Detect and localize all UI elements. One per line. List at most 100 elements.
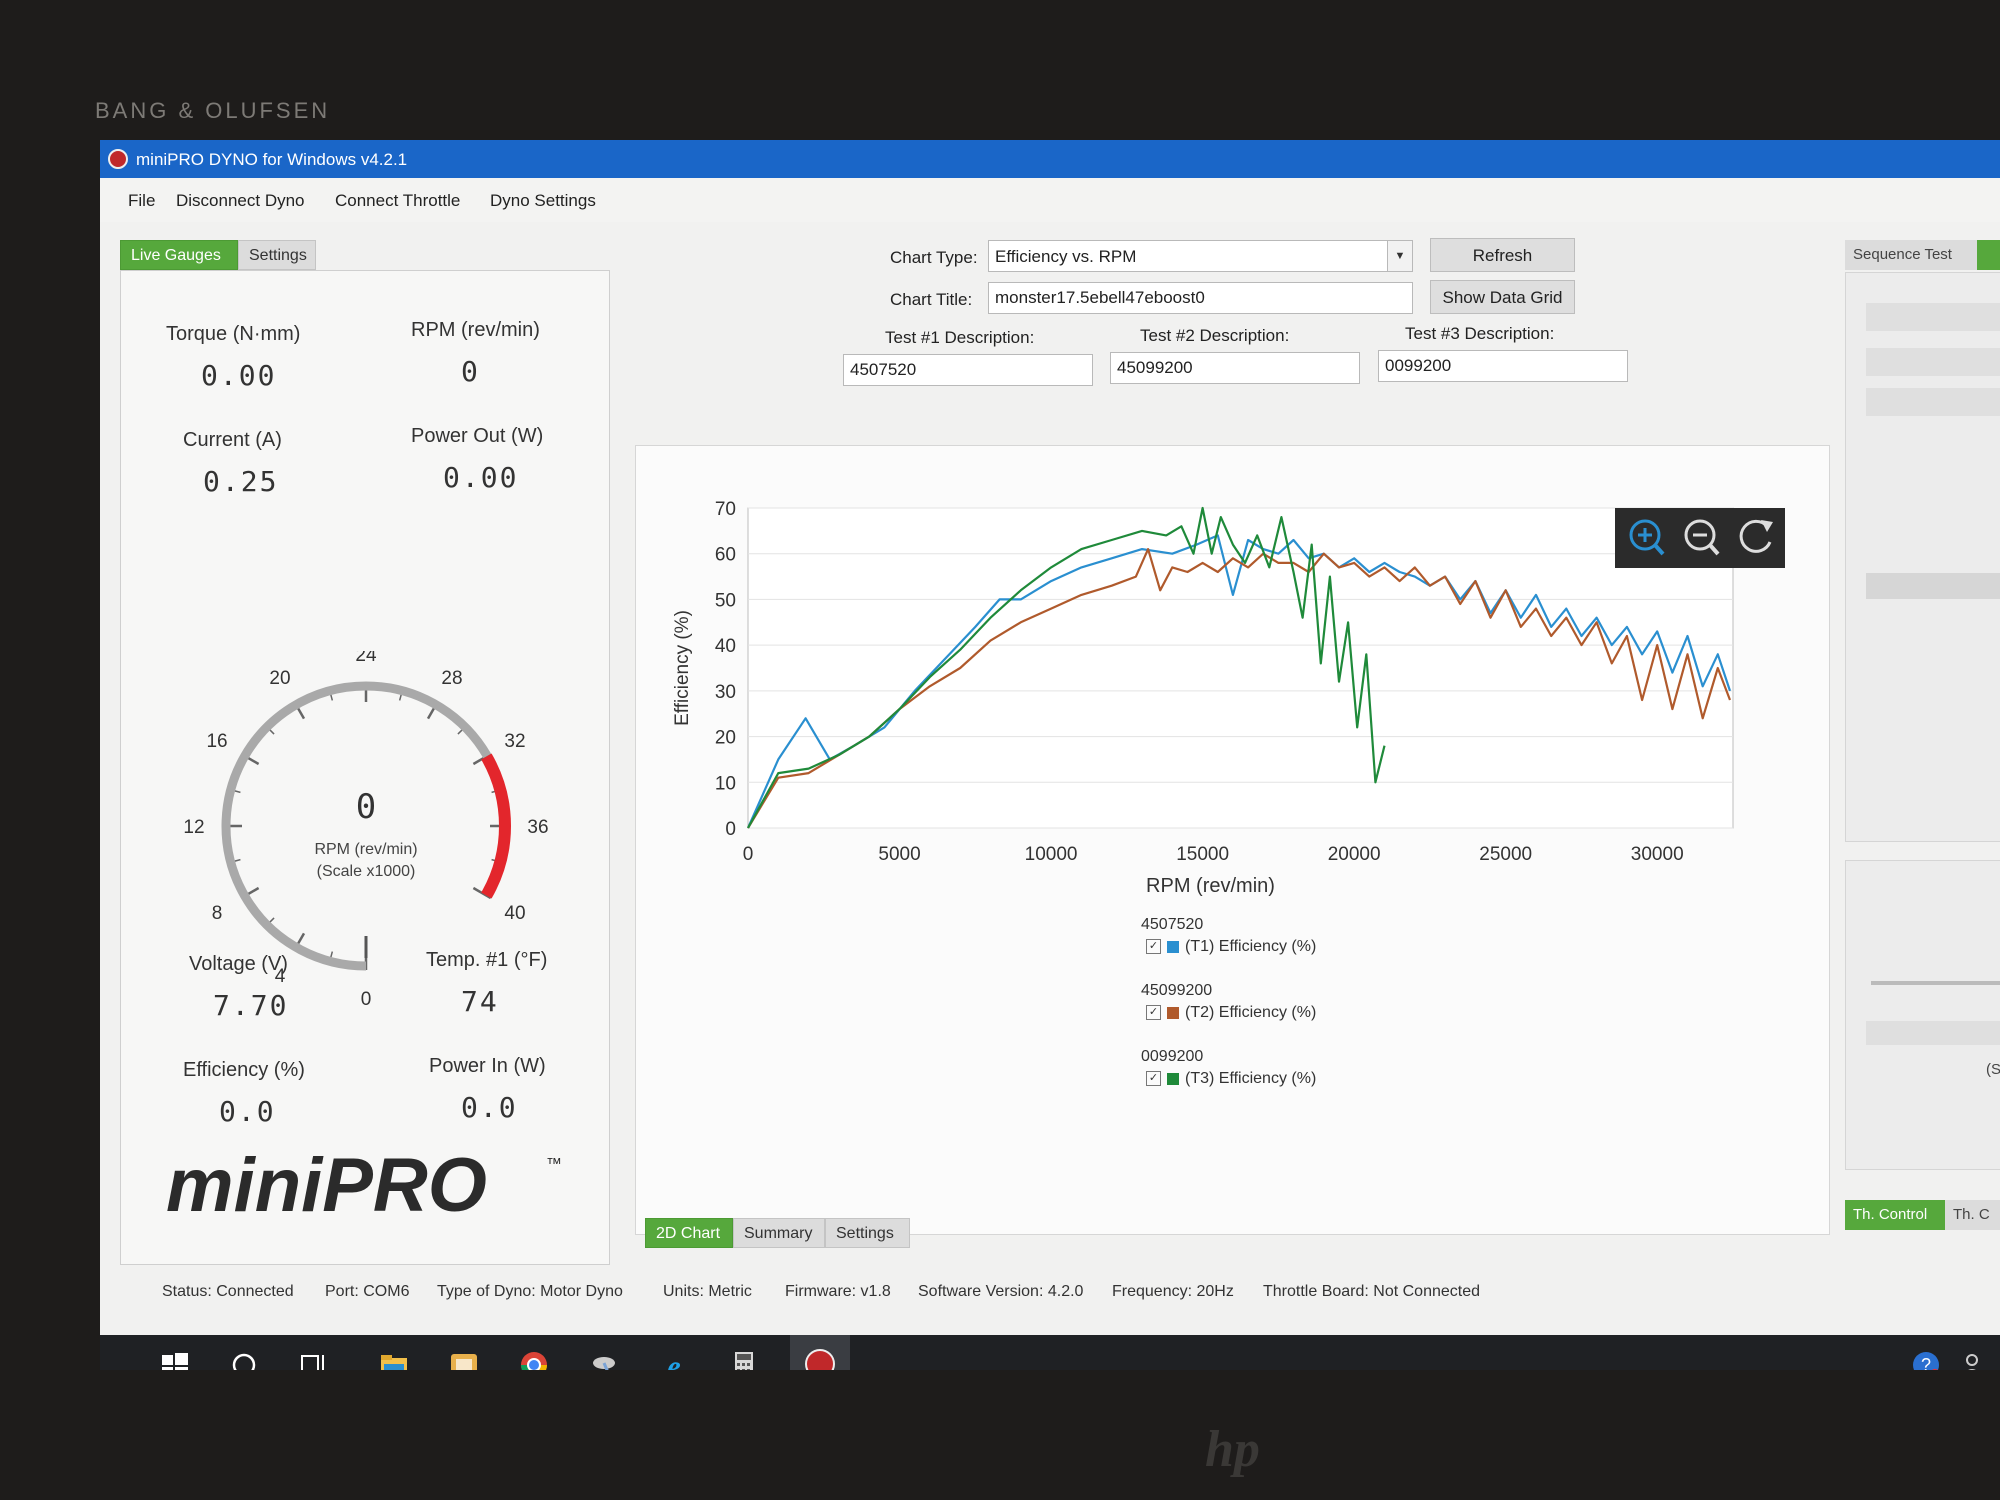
- file-explorer-icon[interactable]: [378, 1349, 410, 1370]
- chart-title-input[interactable]: [988, 282, 1413, 314]
- status-port: Port: COM6: [325, 1283, 410, 1300]
- current-label: Current (A): [183, 429, 282, 451]
- dyno-app-icon: [805, 1349, 835, 1370]
- rpm-label: RPM (rev/min): [411, 319, 540, 341]
- calculator-icon[interactable]: [728, 1349, 760, 1370]
- satellite-icon[interactable]: [588, 1349, 620, 1370]
- x-tick-label: 20000: [1328, 844, 1381, 865]
- y-tick-label: 40: [715, 636, 736, 657]
- partial-label: (S: [1986, 1061, 2000, 1078]
- internet-explorer-icon[interactable]: e: [658, 1349, 690, 1370]
- current-value: 0.25: [203, 465, 279, 498]
- chart-title-label: Chart Title:: [890, 290, 973, 309]
- efficiency-label: Efficiency (%): [183, 1059, 305, 1081]
- sequence-control-3[interactable]: [1866, 388, 2000, 416]
- legend-label-t2: (T2) Efficiency (%): [1185, 1004, 1317, 1021]
- dial-scale-label: (Scale x1000): [317, 863, 416, 880]
- dial-tick-label: 8: [212, 903, 223, 924]
- x-tick-label: 25000: [1479, 844, 1532, 865]
- efficiency-value: 0.0: [219, 1095, 276, 1128]
- test3-description-input[interactable]: [1378, 350, 1628, 382]
- sequence-control-2[interactable]: [1866, 348, 2000, 376]
- y-axis-label: Efficiency (%): [672, 610, 693, 726]
- legend-item-t3[interactable]: ✓ (T3) Efficiency (%): [1146, 1070, 1316, 1088]
- y-tick-label: 30: [715, 682, 736, 703]
- tab-2d-chart[interactable]: 2D Chart: [645, 1218, 733, 1248]
- minipro-logo-text: miniPRO: [166, 1143, 487, 1228]
- status-frequency: Frequency: 20Hz: [1112, 1283, 1234, 1300]
- status-firmware: Firmware: v1.8: [785, 1283, 891, 1300]
- chart-type-select[interactable]: Efficiency vs. RPM ▼: [988, 240, 1413, 272]
- torque-value: 0.00: [201, 359, 277, 392]
- minipro-logo: miniPRO ™: [166, 1143, 562, 1228]
- legend-label-t3: (T3) Efficiency (%): [1185, 1070, 1317, 1087]
- test1-description-input[interactable]: [843, 354, 1093, 386]
- svg-text:e: e: [667, 1350, 680, 1370]
- dial-value: 0: [356, 787, 376, 827]
- cortana-icon[interactable]: [228, 1349, 260, 1370]
- chart-zoom-toolbar: [1615, 508, 1785, 568]
- y-tick-label: 50: [715, 590, 736, 611]
- bezel-hp-logo: hp: [1205, 1421, 1260, 1478]
- legend-swatch-t1: [1167, 940, 1179, 953]
- outlook-icon[interactable]: [448, 1349, 480, 1370]
- menu-disconnect-dyno[interactable]: Disconnect Dyno: [176, 191, 305, 211]
- tab-throttle-c[interactable]: Th. C: [1945, 1200, 2000, 1230]
- temp-label: Temp. #1 (°F): [426, 949, 548, 971]
- show-data-grid-button[interactable]: Show Data Grid: [1430, 280, 1575, 314]
- help-icon[interactable]: ?: [1910, 1349, 1942, 1370]
- tab-active-edge[interactable]: [1977, 240, 2000, 270]
- window-title: miniPRO DYNO for Windows v4.2.1: [136, 150, 408, 169]
- chrome-icon[interactable]: [518, 1349, 550, 1370]
- dial-unit-label: RPM (rev/min): [314, 841, 417, 858]
- tab-sequence-test[interactable]: Sequence Test: [1845, 240, 1991, 270]
- dial-tick-label: 16: [206, 731, 227, 752]
- x-axis-label: RPM (rev/min): [1146, 875, 1275, 897]
- windows-start-icon[interactable]: [158, 1349, 190, 1370]
- tab-live-gauges[interactable]: Live Gauges: [120, 240, 238, 270]
- legend-item-t1[interactable]: ✓ (T1) Efficiency (%): [1146, 938, 1316, 956]
- taskbar-active-app[interactable]: [790, 1335, 850, 1370]
- torque-label: Torque (N·mm): [166, 323, 301, 345]
- trademark-mark: ™: [546, 1156, 562, 1173]
- checkbox-icon[interactable]: ✓: [1146, 1005, 1161, 1021]
- refresh-button[interactable]: Refresh: [1430, 238, 1575, 272]
- test2-description-input[interactable]: [1110, 352, 1360, 384]
- dyno-app-icon: [108, 149, 128, 169]
- test3-label: Test #3 Description:: [1405, 324, 1555, 343]
- zoom-out-icon[interactable]: [1684, 519, 1720, 556]
- reset-icon[interactable]: [1739, 519, 1773, 553]
- throttle-field[interactable]: [1866, 1021, 2000, 1045]
- legend-swatch-t2: [1167, 1006, 1179, 1019]
- rpm-dial: 0481216202428323640 0 RPM (rev/min) (Sca…: [183, 651, 548, 1010]
- checkbox-icon[interactable]: ✓: [1146, 939, 1161, 955]
- legend-item-t2[interactable]: ✓ (T2) Efficiency (%): [1146, 1004, 1316, 1022]
- throttle-slider[interactable]: [1871, 981, 2000, 985]
- menu-file[interactable]: File: [128, 191, 155, 211]
- tab-chart-settings[interactable]: Settings: [825, 1218, 910, 1248]
- dial-tick-label: 12: [183, 817, 204, 838]
- voltage-label: Voltage (V): [189, 953, 288, 975]
- menu-dyno-settings[interactable]: Dyno Settings: [490, 191, 596, 211]
- checkbox-icon[interactable]: ✓: [1146, 1071, 1161, 1087]
- dial-tick-label: 28: [441, 668, 462, 689]
- rpm-value: 0: [461, 355, 480, 388]
- y-tick-label: 0: [725, 819, 736, 840]
- sequence-control-1[interactable]: [1866, 303, 2000, 331]
- tab-summary[interactable]: Summary: [733, 1218, 825, 1248]
- legend-group-test3: 0099200: [1141, 1048, 1204, 1065]
- people-icon[interactable]: [1960, 1349, 1992, 1370]
- x-tick-label: 10000: [1025, 844, 1078, 865]
- dial-tick-label: 32: [504, 731, 525, 752]
- dial-tick-label: 36: [527, 817, 548, 838]
- tab-throttle-control[interactable]: Th. Control: [1845, 1200, 1956, 1230]
- dial-tick-label: 20: [269, 668, 290, 689]
- status-dyno-type: Type of Dyno: Motor Dyno: [437, 1283, 623, 1300]
- menu-connect-throttle[interactable]: Connect Throttle: [335, 191, 460, 211]
- sequence-control-4[interactable]: [1866, 573, 2000, 599]
- zoom-in-icon[interactable]: [1629, 519, 1665, 556]
- chevron-down-icon[interactable]: ▼: [1387, 241, 1412, 271]
- task-view-icon[interactable]: [298, 1349, 330, 1370]
- y-tick-label: 70: [715, 499, 736, 520]
- tab-settings[interactable]: Settings: [238, 240, 316, 270]
